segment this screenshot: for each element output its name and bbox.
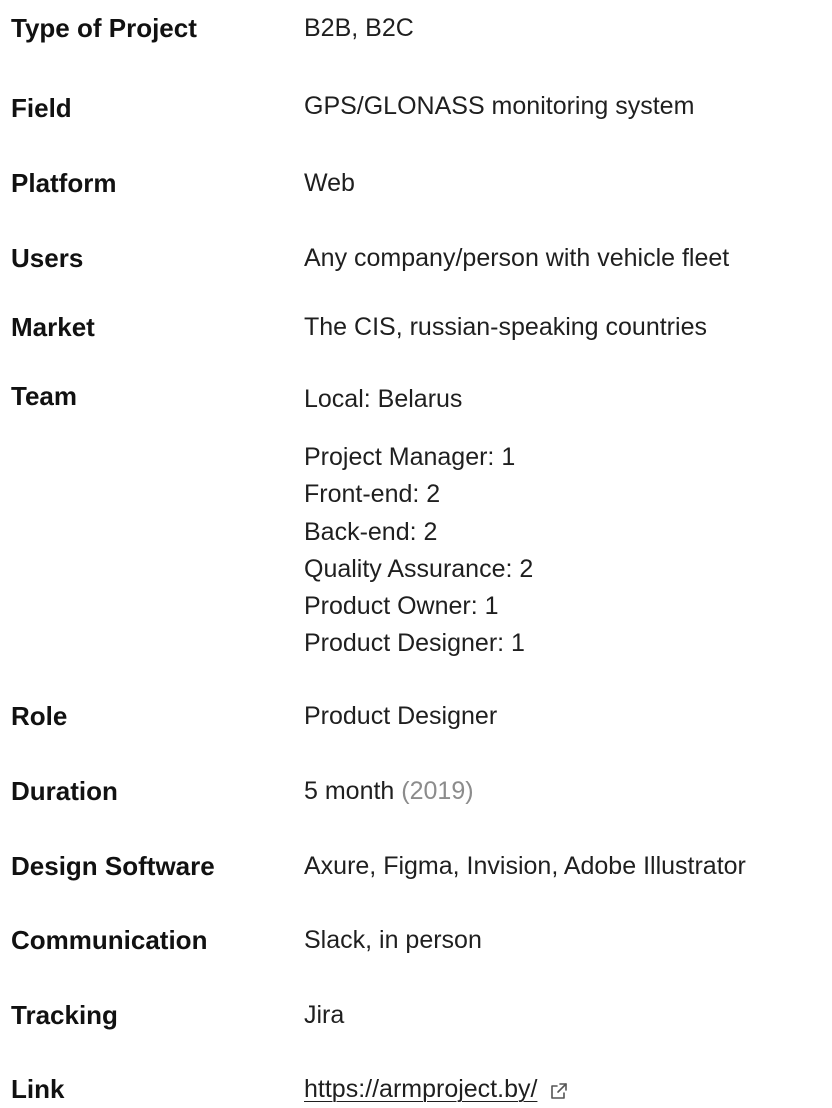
external-link-icon[interactable] [549, 1078, 569, 1100]
label-users: Users [11, 243, 84, 273]
label-role: Role [11, 701, 68, 731]
value-role: Product Designer [304, 702, 498, 730]
value-field: GPS/GLONASS monitoring system [304, 92, 695, 120]
label-market: Market [11, 312, 95, 342]
project-link[interactable]: https://armproject.by/ [304, 1075, 537, 1103]
value-link: https://armproject.by/ [304, 1074, 569, 1104]
label-team: Team [11, 381, 77, 411]
team-member: Quality Assurance: 2 [304, 554, 534, 583]
value-market: The CIS, russian-speaking countries [304, 313, 707, 341]
label-link: Link [11, 1074, 65, 1104]
label-tracking: Tracking [11, 1000, 118, 1030]
label-field: Field [11, 93, 72, 123]
value-team-location: Local: Belarus [304, 385, 463, 413]
label-platform: Platform [11, 168, 117, 198]
label-design-software: Design Software [11, 851, 215, 881]
label-communication: Communication [11, 925, 208, 955]
value-duration: 5 month (2019) [304, 776, 474, 806]
duration-year: (2019) [401, 777, 474, 805]
duration-length: 5 month [304, 777, 395, 805]
team-member: Project Manager: 1 [304, 443, 516, 471]
team-member: Product Owner: 1 [304, 592, 499, 621]
value-platform: Web [304, 169, 355, 197]
team-members-list: Project Manager: 1 Front-end: 2 Back-end… [304, 439, 533, 663]
team-member: Product Designer: 1 [304, 629, 525, 658]
value-communication: Slack, in person [304, 926, 482, 954]
label-type-of-project: Type of Project [11, 13, 197, 43]
team-member: Front-end: 2 [304, 480, 441, 509]
value-type-of-project: B2B, B2C [304, 14, 414, 42]
team-member: Back-end: 2 [304, 517, 438, 546]
value-tracking: Jira [304, 1001, 345, 1029]
value-design-software: Axure, Figma, Invision, Adobe Illustrato… [304, 852, 746, 880]
label-duration: Duration [11, 776, 118, 806]
value-users: Any company/person with vehicle fleet [304, 244, 730, 272]
